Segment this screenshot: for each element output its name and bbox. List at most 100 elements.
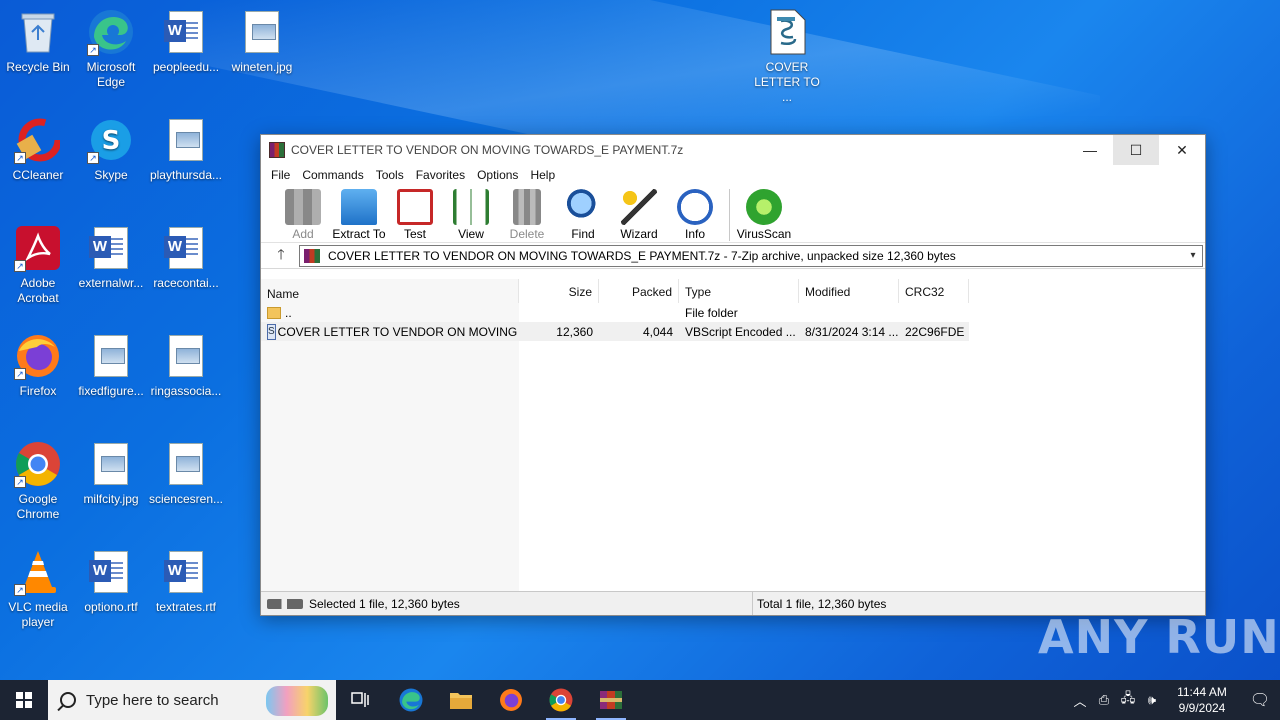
desktop-icon-sciencesren[interactable]: sciencesren... bbox=[148, 440, 224, 507]
desktop-icon-wineten[interactable]: wineten.jpg bbox=[224, 8, 300, 75]
start-button[interactable] bbox=[0, 680, 48, 720]
up-arrow-icon[interactable]: 🡑 bbox=[263, 244, 299, 268]
add-button[interactable]: Add bbox=[275, 189, 331, 241]
find-magnifier-icon bbox=[565, 189, 601, 225]
desktop-icon-fixedfigure[interactable]: fixedfigure... bbox=[73, 332, 149, 399]
chrome-icon: ↗ bbox=[14, 440, 62, 488]
menu-options[interactable]: Options bbox=[471, 168, 524, 182]
column-type[interactable]: Type bbox=[679, 279, 799, 303]
menu-bar: File Commands Tools Favorites Options He… bbox=[261, 165, 1205, 185]
image-file-icon bbox=[169, 335, 203, 377]
desktop-icon-label: ringassocia... bbox=[150, 384, 222, 398]
wizard-button[interactable]: Wizard bbox=[611, 189, 667, 241]
desktop-icon-firefox[interactable]: ↗ Firefox bbox=[0, 332, 76, 399]
notification-icon[interactable]: 🗨 bbox=[1240, 690, 1280, 710]
desktop-icon-label: racecontai... bbox=[153, 276, 219, 290]
window-titlebar[interactable]: COVER LETTER TO VENDOR ON MOVING TOWARDS… bbox=[261, 135, 1205, 165]
extract-folder-icon bbox=[341, 189, 377, 225]
column-crc32[interactable]: CRC32 bbox=[899, 279, 969, 303]
column-packed[interactable]: Packed bbox=[599, 279, 679, 303]
taskbar: Type here to search ︿ ⎙ 🖧 🕪 11:44 AM 9/9… bbox=[0, 680, 1280, 720]
desktop-icon-vlc[interactable]: ↗ VLC media player bbox=[0, 548, 76, 630]
chrome-icon bbox=[549, 688, 573, 712]
close-button[interactable]: ✕ bbox=[1159, 135, 1205, 165]
virusscan-button[interactable]: VirusScan bbox=[736, 189, 792, 241]
task-view-button[interactable] bbox=[336, 680, 386, 720]
desktop-icon-google-chrome[interactable]: ↗ Google Chrome bbox=[0, 440, 76, 522]
desktop-icon-racecontai[interactable]: W racecontai... bbox=[148, 224, 224, 291]
image-file-icon bbox=[169, 119, 203, 161]
delete-button[interactable]: Delete bbox=[499, 189, 555, 241]
edge-icon bbox=[399, 688, 423, 712]
taskbar-edge[interactable] bbox=[386, 680, 436, 720]
desktop-icon-peopleedu[interactable]: W peopleedu... bbox=[148, 8, 224, 75]
desktop-icon-label: externalwr... bbox=[78, 276, 144, 290]
desktop-icon-adobe-acrobat[interactable]: ↗ Adobe Acrobat bbox=[0, 224, 76, 306]
view-button[interactable]: View bbox=[443, 189, 499, 241]
desktop-icon-playthursda[interactable]: playthursda... bbox=[148, 116, 224, 183]
desktop-icon-microsoft-edge[interactable]: ↗ Microsoft Edge bbox=[73, 8, 149, 90]
column-size[interactable]: Size bbox=[519, 279, 599, 303]
address-value: COVER LETTER TO VENDOR ON MOVING TOWARDS… bbox=[328, 248, 956, 263]
column-modified[interactable]: Modified bbox=[799, 279, 899, 303]
toolbar-separator bbox=[729, 189, 730, 241]
taskbar-winrar[interactable] bbox=[586, 680, 636, 720]
desktop-icon-cover-letter[interactable]: COVER LETTER TO ... bbox=[749, 8, 825, 105]
svg-text:S: S bbox=[102, 126, 121, 156]
desktop-icon-label: sciencesren... bbox=[148, 492, 224, 506]
desktop-icon-recycle-bin[interactable]: Recycle Bin bbox=[0, 8, 76, 75]
wizard-wand-icon bbox=[621, 189, 657, 225]
chevron-down-icon[interactable]: ▾ bbox=[1184, 250, 1202, 261]
taskbar-firefox[interactable] bbox=[486, 680, 536, 720]
extract-to-button[interactable]: Extract To bbox=[331, 189, 387, 241]
clock-time: 11:44 AM bbox=[1177, 685, 1227, 699]
menu-favorites[interactable]: Favorites bbox=[410, 168, 471, 182]
volume-icon[interactable]: 🕪 bbox=[1140, 692, 1164, 708]
image-file-icon bbox=[169, 443, 203, 485]
desktop-icon-skype[interactable]: S ↗ Skype bbox=[73, 116, 149, 183]
table-row[interactable]: S COVER LETTER TO VENDOR ON MOVING T... 1… bbox=[261, 322, 969, 341]
menu-help[interactable]: Help bbox=[524, 168, 561, 182]
desktop-icon-milfcity[interactable]: milfcity.jpg bbox=[73, 440, 149, 507]
maximize-button[interactable]: ☐ bbox=[1113, 135, 1159, 165]
watermark-logo: ANY RUN bbox=[1038, 610, 1280, 664]
address-bar: 🡑 COVER LETTER TO VENDOR ON MOVING TOWAR… bbox=[261, 243, 1205, 269]
desktop-icon-label: CCleaner bbox=[12, 168, 64, 182]
desktop-icon-label: Microsoft Edge bbox=[86, 60, 136, 89]
desktop-icon-label: COVER LETTER TO ... bbox=[754, 60, 820, 104]
drive-icon bbox=[267, 598, 303, 609]
menu-file[interactable]: File bbox=[265, 168, 296, 182]
desktop-icon-label: peopleedu... bbox=[152, 60, 220, 74]
shortcut-arrow-icon: ↗ bbox=[87, 152, 99, 164]
desktop-icon-ccleaner[interactable]: ↗ CCleaner bbox=[0, 116, 76, 183]
desktop-icon-ringassocia[interactable]: ringassocia... bbox=[148, 332, 224, 399]
clock[interactable]: 11:44 AM 9/9/2024 bbox=[1170, 684, 1234, 716]
taskbar-file-explorer[interactable] bbox=[436, 680, 486, 720]
address-field[interactable]: COVER LETTER TO VENDOR ON MOVING TOWARDS… bbox=[299, 244, 1203, 267]
find-button[interactable]: Find bbox=[555, 189, 611, 241]
meet-now-icon[interactable]: ⎙ bbox=[1092, 692, 1116, 708]
image-file-icon bbox=[94, 443, 128, 485]
network-icon[interactable]: 🖧 bbox=[1116, 689, 1140, 711]
menu-tools[interactable]: Tools bbox=[370, 168, 410, 182]
test-button[interactable]: Test bbox=[387, 189, 443, 241]
taskbar-search[interactable]: Type here to search bbox=[48, 680, 336, 720]
chevron-up-icon[interactable]: ︿ bbox=[1068, 691, 1092, 710]
desktop-icon-label: Skype bbox=[94, 168, 128, 182]
shortcut-arrow-icon: ↗ bbox=[87, 44, 99, 56]
shortcut-arrow-icon: ↗ bbox=[14, 476, 26, 488]
desktop-icon-externalwr[interactable]: W externalwr... bbox=[73, 224, 149, 291]
desktop-icon-textrates[interactable]: W textrates.rtf bbox=[148, 548, 224, 615]
shortcut-arrow-icon: ↗ bbox=[14, 152, 26, 164]
taskbar-chrome[interactable] bbox=[536, 680, 586, 720]
menu-commands[interactable]: Commands bbox=[296, 168, 369, 182]
word-document-icon: W bbox=[164, 11, 203, 53]
vbscript-file-icon bbox=[763, 8, 811, 56]
column-name[interactable]: Name bbox=[261, 279, 519, 303]
info-button[interactable]: Info bbox=[667, 189, 723, 241]
minimize-button[interactable]: — bbox=[1067, 135, 1113, 165]
desktop-icon-optiono[interactable]: W optiono.rtf bbox=[73, 548, 149, 615]
word-document-icon: W bbox=[89, 551, 128, 593]
word-document-icon: W bbox=[164, 551, 203, 593]
table-row[interactable]: .. File folder bbox=[261, 303, 1205, 322]
